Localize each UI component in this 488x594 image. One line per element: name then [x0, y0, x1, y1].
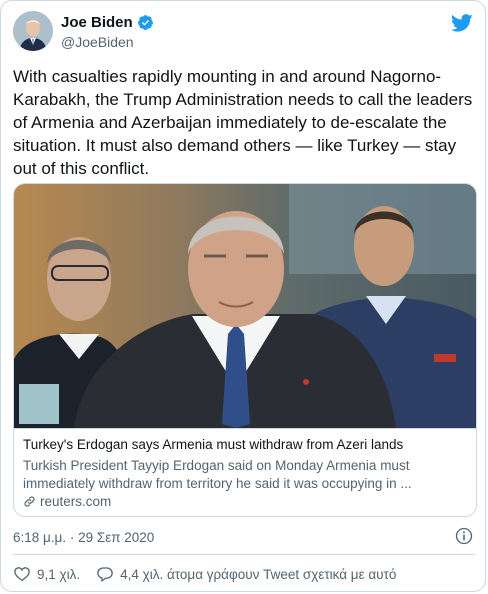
- heart-icon: [14, 567, 30, 582]
- like-button[interactable]: 9,1 χιλ.: [13, 565, 80, 583]
- reply-conversation-button[interactable]: 4,4 χιλ. άτομα γράφουν Tweet σχετικά με …: [96, 565, 396, 583]
- link-domain-text: reuters.com: [40, 494, 112, 509]
- link-domain[interactable]: reuters.com: [23, 494, 111, 509]
- author-handle[interactable]: @JoeBiden: [61, 34, 134, 50]
- author-name[interactable]: Joe Biden: [61, 14, 133, 31]
- tweet-text: With casualties rapidly mounting in and …: [13, 67, 473, 178]
- verified-badge-icon: [137, 15, 153, 30]
- link-title[interactable]: Turkey's Erdogan says Armenia must withd…: [23, 437, 403, 452]
- like-count: 9,1 χιλ.: [37, 566, 81, 582]
- link-icon: [24, 496, 35, 507]
- talking-count: 4,4 χιλ. άτομα γράφουν Tweet σχετικά με …: [120, 566, 397, 582]
- twitter-bird-icon[interactable]: [451, 12, 473, 34]
- article-photo[interactable]: [14, 184, 476, 428]
- tweet-timestamp[interactable]: 6:18 μ.μ. · 29 Σεπ 2020: [13, 530, 154, 545]
- speech-bubble-icon: [97, 567, 113, 583]
- divider: [13, 554, 475, 555]
- action-bar: 9,1 χιλ. 4,4 χιλ. άτομα γράφουν Tweet σχ…: [13, 565, 396, 583]
- link-preview-card[interactable]: Turkey's Erdogan says Armenia must withd…: [13, 183, 477, 517]
- avatar[interactable]: [13, 11, 53, 51]
- tweet-card: Joe Biden @JoeBiden With casualties rapi…: [0, 0, 486, 592]
- info-icon[interactable]: [455, 527, 473, 545]
- link-description: Turkish President Tayyip Erdogan said on…: [23, 458, 412, 491]
- link-meta[interactable]: Turkey's Erdogan says Armenia must withd…: [14, 428, 476, 516]
